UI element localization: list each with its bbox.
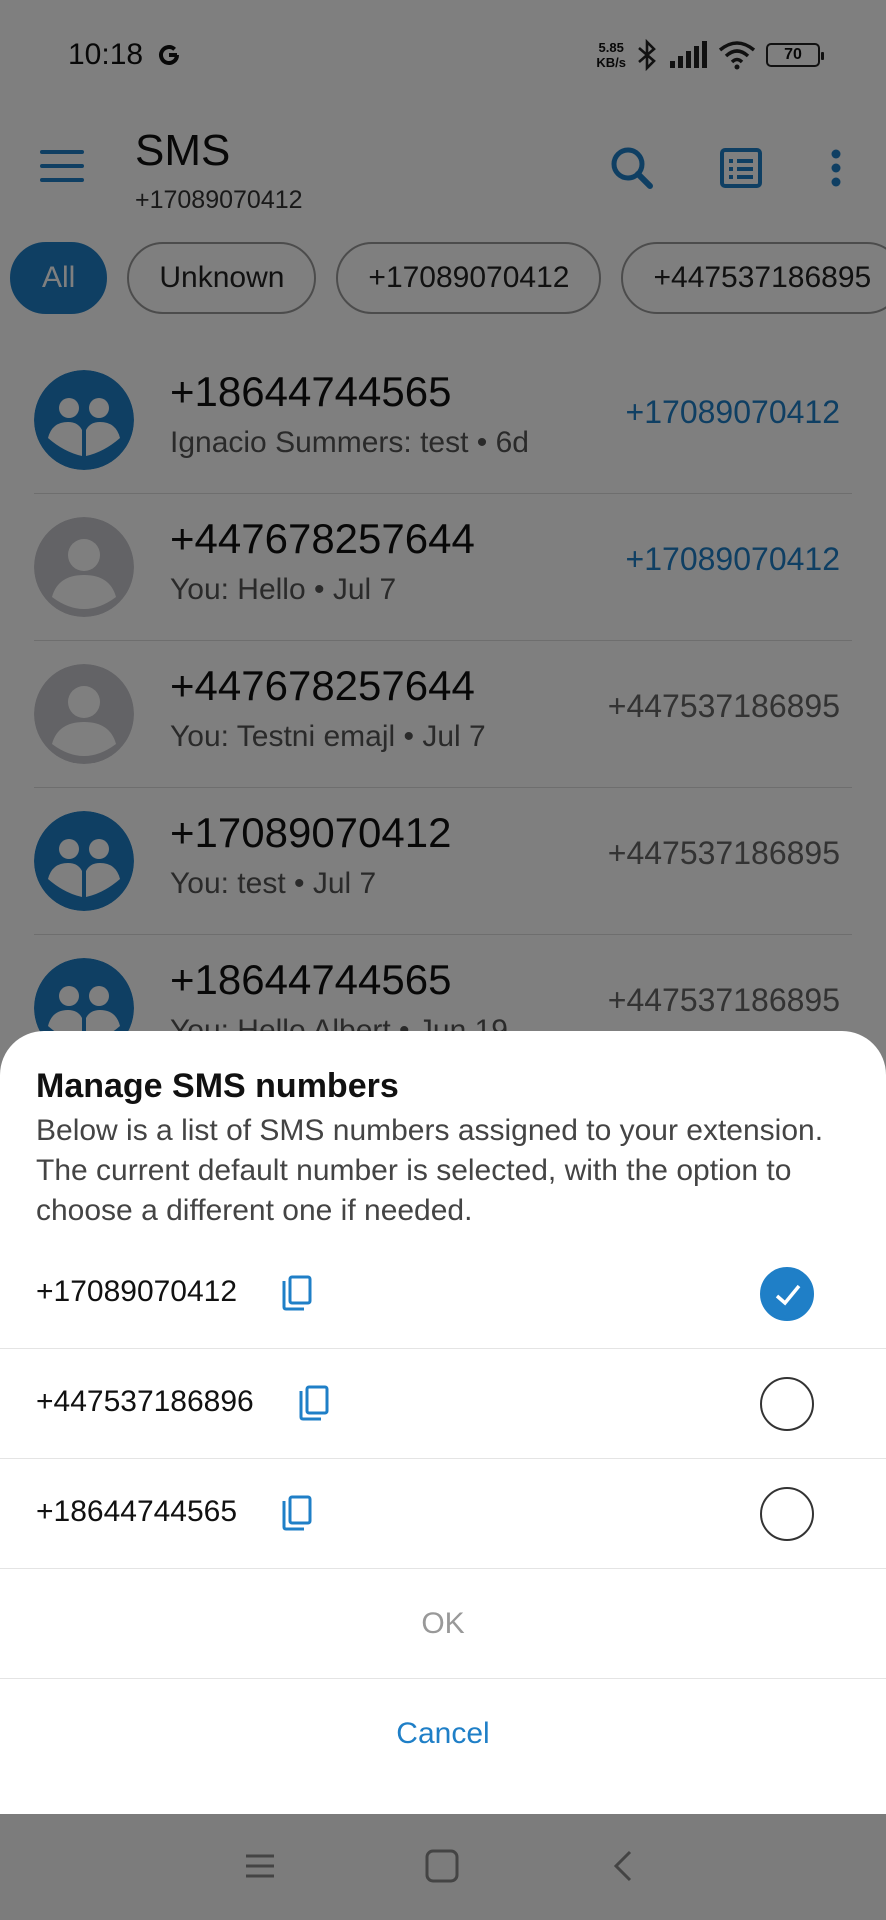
back-icon[interactable]: [606, 1848, 642, 1884]
recent-apps-icon[interactable]: [242, 1848, 278, 1884]
copy-icon[interactable]: [280, 1273, 316, 1313]
sheet-title: Manage SMS numbers: [36, 1067, 399, 1105]
sms-number-option[interactable]: +17089070412: [0, 1239, 886, 1349]
copy-icon[interactable]: [280, 1493, 316, 1533]
home-icon[interactable]: [424, 1848, 460, 1884]
copy-icon[interactable]: [297, 1383, 333, 1423]
sms-number-option[interactable]: +447537186896: [0, 1349, 886, 1459]
radio-unselected[interactable]: [760, 1377, 814, 1431]
radio-selected[interactable]: [760, 1267, 814, 1321]
sheet-description: Below is a list of SMS numbers assigned …: [36, 1114, 824, 1227]
sms-number: +17089070412: [36, 1275, 238, 1308]
manage-sms-numbers-sheet: Manage SMS numbers Below is a list of SM…: [0, 1031, 886, 1814]
ok-button[interactable]: OK: [0, 1569, 886, 1679]
sms-number: +447537186896: [36, 1385, 254, 1418]
system-nav-bar: [0, 1814, 886, 1920]
radio-unselected[interactable]: [760, 1487, 814, 1541]
sms-number-option[interactable]: +18644744565: [0, 1459, 886, 1569]
cancel-button[interactable]: Cancel: [0, 1679, 886, 1789]
sms-number: +18644744565: [36, 1495, 238, 1528]
